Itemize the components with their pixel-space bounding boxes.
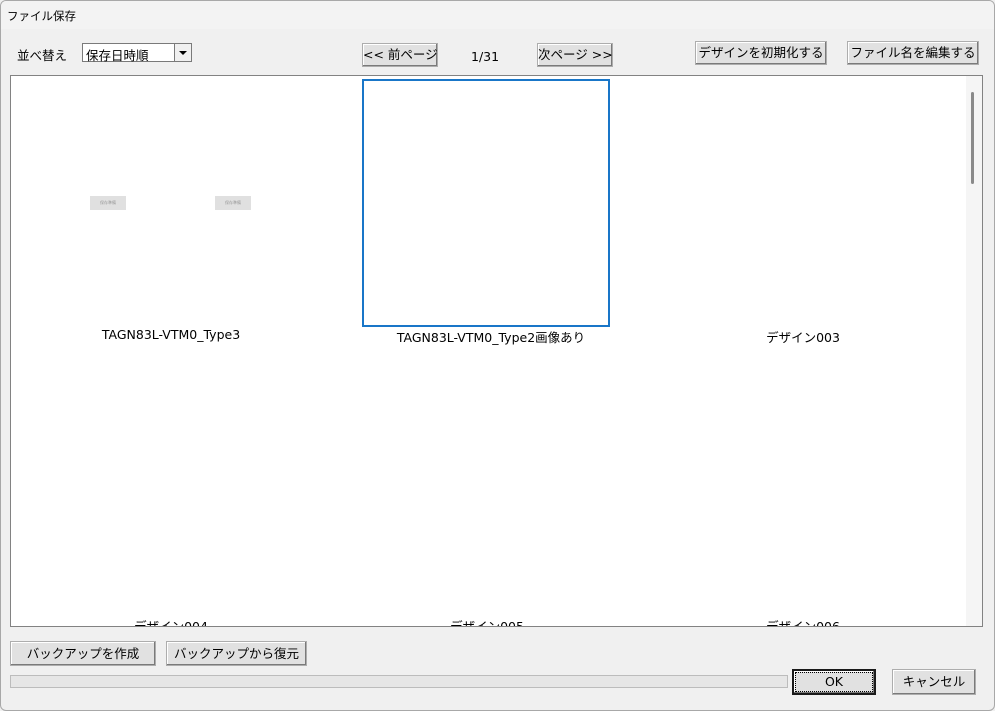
focus-outline xyxy=(795,672,873,692)
gallery-item-label: デザイン004 xyxy=(134,619,208,627)
scrollbar-thumb[interactable] xyxy=(971,92,974,184)
page-indicator: 1/31 xyxy=(471,49,500,64)
sort-label: 並べ替え xyxy=(17,48,68,63)
file-save-dialog: ファイル保存 並べ替え 保存日時順 << 前ページ 1/31 次ページ >> デ… xyxy=(0,0,995,711)
create-backup-button[interactable]: バックアップを作成 xyxy=(10,641,156,666)
ok-button[interactable]: OK xyxy=(792,669,876,695)
thumbnail-preview: 保存準備 xyxy=(90,196,126,210)
vertical-scrollbar[interactable] xyxy=(966,76,982,626)
sort-select-value: 保存日時順 xyxy=(86,48,149,63)
cancel-button[interactable]: キャンセル xyxy=(892,669,976,695)
gallery-item-label: TAGN83L-VTM0_Type2画像あり xyxy=(396,330,586,345)
progress-bar xyxy=(10,675,788,688)
chevron-down-icon[interactable] xyxy=(174,44,191,61)
reset-design-button[interactable]: デザインを初期化する xyxy=(695,41,827,65)
next-page-button[interactable]: 次ページ >> xyxy=(537,43,613,67)
gallery-item-label: TAGN83L-VTM0_Type3 xyxy=(101,327,241,342)
edit-filename-button[interactable]: ファイル名を編集する xyxy=(847,41,979,65)
window-title: ファイル保存 xyxy=(7,9,76,23)
selection-highlight xyxy=(362,79,610,327)
gallery-item-6[interactable]: デザイン006 xyxy=(643,366,963,626)
gallery-item-5[interactable]: デザイン005 xyxy=(327,366,647,626)
gallery-item-label: デザイン003 xyxy=(766,330,840,345)
gallery-item-3[interactable]: デザイン003 xyxy=(643,76,963,346)
restore-backup-button[interactable]: バックアップから復元 xyxy=(166,641,307,666)
thumbnail-preview: 保存準備 xyxy=(215,196,251,210)
gallery-item-label: デザイン006 xyxy=(766,619,840,627)
gallery-item-1[interactable]: 保存準備 保存準備 TAGN83L-VTM0_Type3 xyxy=(11,76,331,346)
title-bar: ファイル保存 xyxy=(1,1,994,29)
design-gallery: 保存準備 保存準備 TAGN83L-VTM0_Type3 TAGN83L-VTM… xyxy=(10,75,983,627)
gallery-item-4[interactable]: デザイン004 xyxy=(11,366,331,626)
prev-page-button[interactable]: << 前ページ xyxy=(362,43,438,67)
gallery-item-label: デザイン005 xyxy=(450,619,524,627)
sort-select[interactable]: 保存日時順 xyxy=(82,43,192,63)
